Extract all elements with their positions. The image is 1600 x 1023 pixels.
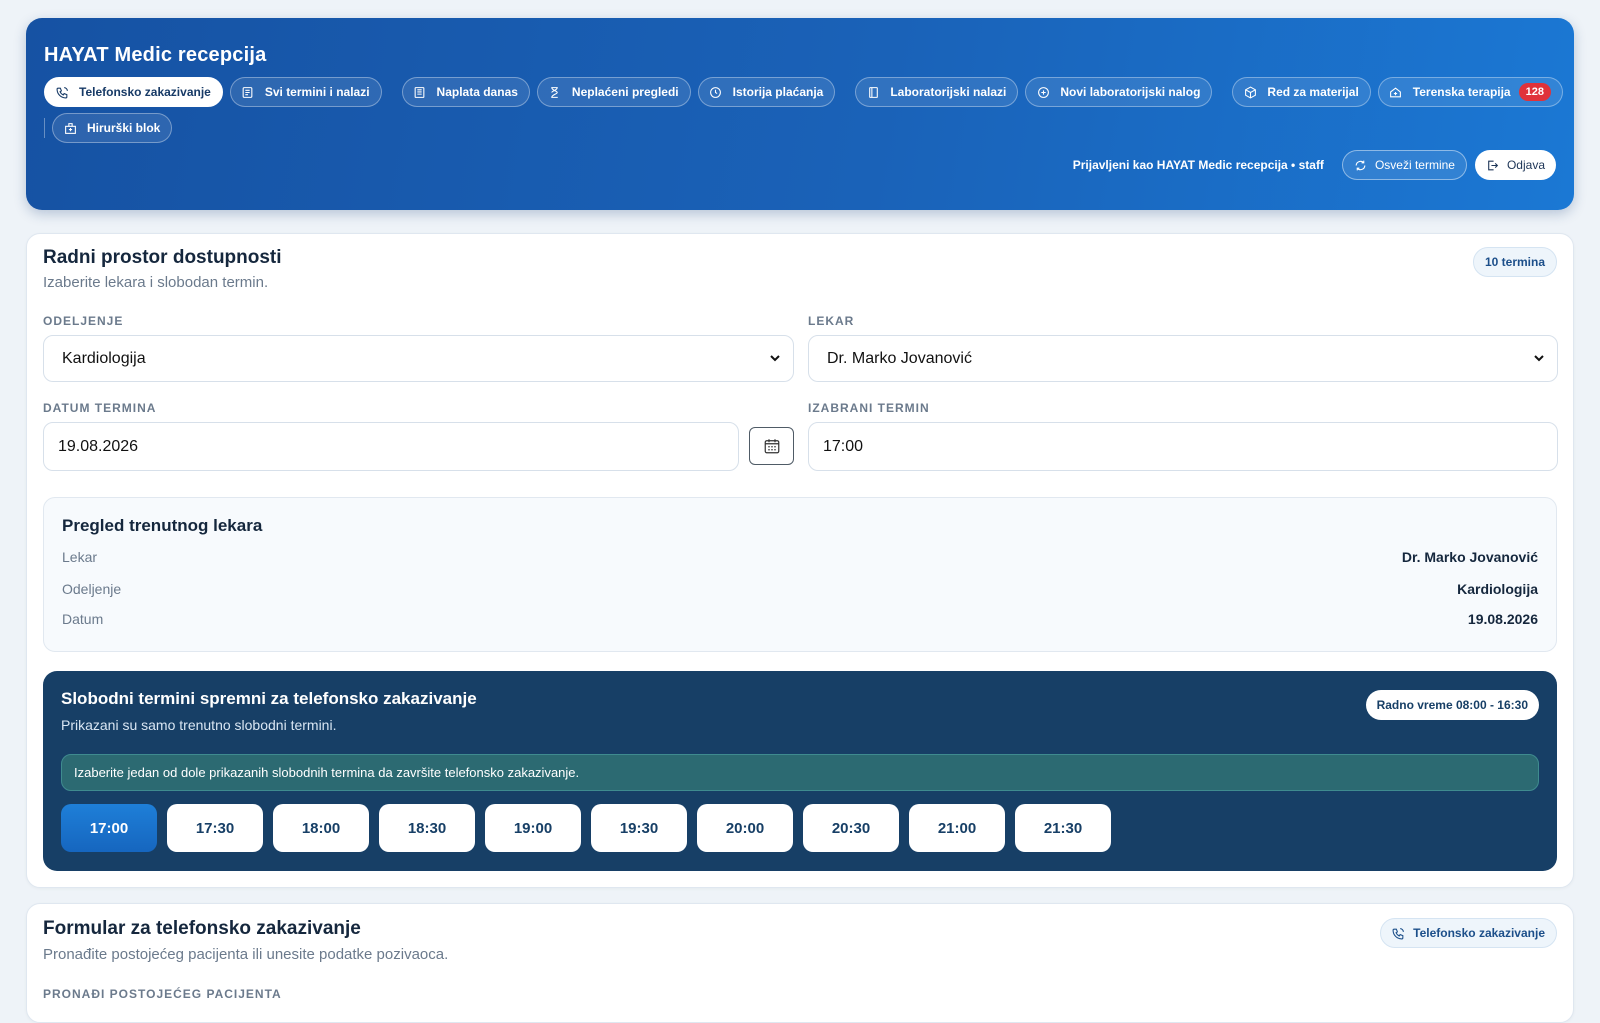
logout-icon — [1488, 160, 1499, 170]
department-value: Kardiologija — [62, 349, 146, 367]
nav-divider — [44, 118, 45, 138]
app-title: HAYAT Medic recepcija — [44, 44, 267, 66]
box-icon — [1243, 85, 1257, 99]
form-subtitle: Pronađite postojećeg pacijenta ili unesi… — [43, 946, 449, 963]
form-mode-tag: Telefonsko zakazivanje — [1380, 918, 1557, 948]
department-label: ODELJENJE — [43, 314, 124, 328]
clock-icon — [709, 85, 723, 99]
selected-slot-value: 17:00 — [823, 437, 864, 455]
slot-button[interactable]: 17:30 — [167, 804, 263, 852]
hourglass-icon — [548, 85, 562, 99]
overview-value: Kardiologija — [1457, 581, 1538, 597]
slot-button-selected[interactable]: 17:00 — [61, 804, 157, 852]
logout-label: Odjava — [1506, 158, 1545, 172]
calendar-button[interactable] — [749, 427, 794, 465]
nav-tab-label: Neplaćeni pregledi — [571, 85, 679, 99]
nav-tab-istorija-placanja[interactable]: Istorija plaćanja — [697, 77, 836, 107]
working-hours-badge: Radno vreme 08:00 - 16:30 — [1365, 690, 1539, 720]
nav-tab-label: Terenska terapija — [1412, 85, 1511, 99]
date-input[interactable]: 19.08.2026 — [43, 422, 739, 471]
calendar-icon — [764, 439, 779, 454]
user-row: Prijavljeni kao HAYAT Medic recepcija • … — [1073, 150, 1556, 180]
refresh-button[interactable]: Osveži termine — [1341, 150, 1467, 180]
date-value: 19.08.2026 — [58, 437, 139, 455]
selected-slot-input[interactable]: 17:00 — [808, 422, 1558, 471]
nav-tab-laboratorijski-nalazi[interactable]: Laboratorijski nalazi — [855, 77, 1019, 107]
slot-button[interactable]: 18:00 — [273, 804, 369, 852]
free-slots-panel: Slobodni termini spremni za telefonsko z… — [43, 671, 1557, 871]
slot-button[interactable]: 20:30 — [803, 804, 899, 852]
phone-booking-form-card: Formular za telefonsko zakazivanje Prona… — [26, 903, 1574, 1023]
selected-slot-label: IZABRANI TERMIN — [808, 401, 930, 415]
phone-icon — [55, 85, 69, 99]
list-icon — [241, 85, 255, 99]
nav-tab-novi-laboratorijski-nalog[interactable]: Novi laboratorijski nalog — [1025, 77, 1213, 107]
nav-tab-red-za-materijal[interactable]: Red za materijal — [1232, 77, 1371, 107]
nav-row-2: Hirurški blok — [44, 113, 1494, 143]
nav-tab-label: Laboratorijski nalazi — [890, 85, 1007, 99]
nav-tab-neplaceni-pregledi[interactable]: Neplaćeni pregledi — [536, 77, 691, 107]
department-select[interactable]: Kardiologija — [43, 335, 794, 382]
count-badge: 128 — [1518, 83, 1551, 101]
slot-button[interactable]: 20:00 — [697, 804, 793, 852]
nav-row-1: Telefonsko zakazivanje Svi termini i nal… — [44, 77, 1563, 107]
workspace-title: Radni prostor dostupnosti — [43, 247, 282, 268]
phone-icon — [1392, 927, 1405, 939]
chevron-down-icon — [770, 355, 780, 362]
doctor-select[interactable]: Dr. Marko Jovanović — [808, 335, 1558, 382]
refresh-icon — [1355, 160, 1366, 170]
date-label: DATUM TERMINA — [43, 401, 157, 415]
nav-tab-label: Novi laboratorijski nalog — [1060, 85, 1201, 99]
overview-title: Pregled trenutnog lekara — [62, 516, 263, 535]
slot-button[interactable]: 19:00 — [485, 804, 581, 852]
nav-tab-label: Hirurški blok — [87, 121, 161, 135]
nav-tab-label: Red za materijal — [1267, 85, 1359, 99]
hospital-icon — [63, 121, 77, 135]
refresh-label: Osveži termine — [1374, 158, 1455, 172]
overview-value: 19.08.2026 — [1467, 611, 1538, 627]
nav-tab-hirurski-blok[interactable]: Hirurški blok — [52, 113, 173, 143]
overview-key: Datum — [62, 611, 104, 627]
overview-key: Odeljenje — [62, 581, 122, 597]
find-patient-label: PRONAĐI POSTOJEĆEG PACIJENTA — [43, 987, 282, 1001]
book-icon — [866, 85, 880, 99]
slots-count-badge: 10 termina — [1472, 247, 1557, 277]
nav-tab-svi-termini[interactable]: Svi termini i nalazi — [229, 77, 382, 107]
slots-info-bar: Izaberite jedan od dole prikazanih slobo… — [61, 754, 1539, 791]
doctor-overview-panel: Pregled trenutnog lekara Lekar Dr. Marko… — [43, 497, 1557, 652]
availability-workspace-card: Radni prostor dostupnosti Izaberite leka… — [26, 233, 1574, 888]
plus-circle-icon — [1036, 85, 1050, 99]
slot-button[interactable]: 21:30 — [1015, 804, 1111, 852]
nav-tab-terenska-terapija[interactable]: Terenska terapija 128 — [1377, 77, 1563, 107]
nav-tab-label: Telefonsko zakazivanje — [79, 85, 211, 99]
slot-list: 17:00 17:30 18:00 18:30 19:00 19:30 20:0… — [61, 804, 1121, 852]
overview-row-date: Datum 19.08.2026 — [62, 611, 1538, 633]
slot-button[interactable]: 19:30 — [591, 804, 687, 852]
app-header: HAYAT Medic recepcija Telefonsko zakaziv… — [26, 18, 1574, 210]
nav-tab-label: Svi termini i nalazi — [264, 85, 370, 99]
slots-subtitle: Prikazani su samo trenutno slobodni term… — [61, 717, 337, 733]
nav-tab-label: Istorija plaćanja — [732, 85, 824, 99]
overview-key: Lekar — [62, 549, 98, 565]
nav-tab-naplata-danas[interactable]: Naplata danas — [401, 77, 530, 107]
form-title: Formular za telefonsko zakazivanje — [43, 918, 361, 939]
home-medical-icon — [1389, 85, 1403, 99]
nav-tab-label: Naplata danas — [436, 85, 518, 99]
chevron-down-icon — [1534, 355, 1544, 362]
slots-title: Slobodni termini spremni za telefonsko z… — [61, 689, 477, 708]
workspace-subtitle: Izaberite lekara i slobodan termin. — [43, 274, 269, 291]
logout-button[interactable]: Odjava — [1474, 150, 1556, 180]
overview-row-doctor: Lekar Dr. Marko Jovanović — [62, 549, 1538, 571]
main-nav: Telefonsko zakazivanje Svi termini i nal… — [44, 77, 1563, 149]
doctor-label: LEKAR — [808, 314, 855, 328]
overview-value: Dr. Marko Jovanović — [1401, 549, 1538, 565]
slot-button[interactable]: 21:00 — [909, 804, 1005, 852]
overview-row-department: Odeljenje Kardiologija — [62, 581, 1538, 603]
nav-tab-telefonsko-zakazivanje[interactable]: Telefonsko zakazivanje — [44, 77, 223, 107]
doctor-value: Dr. Marko Jovanović — [827, 349, 972, 367]
receipt-icon — [413, 85, 427, 99]
logged-in-text: Prijavljeni kao HAYAT Medic recepcija • … — [1072, 158, 1324, 172]
slot-button[interactable]: 18:30 — [379, 804, 475, 852]
form-mode-tag-label: Telefonsko zakazivanje — [1413, 926, 1545, 940]
